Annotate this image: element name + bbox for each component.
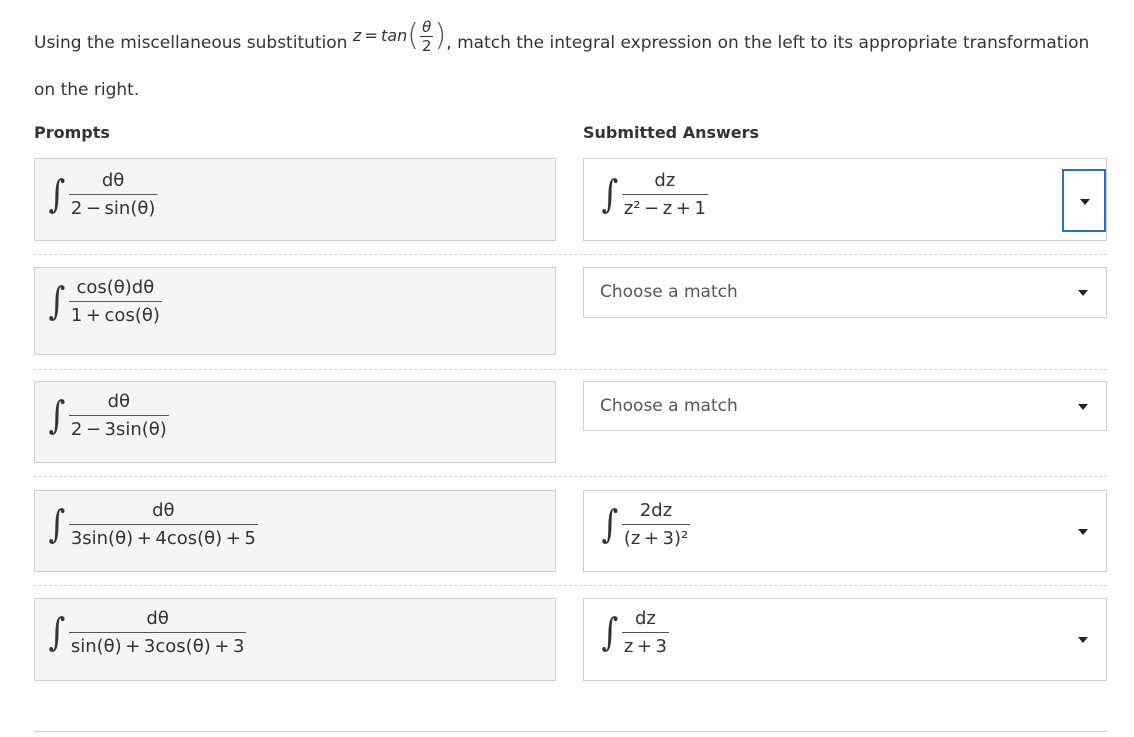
prompt-5-denominator: sin(θ) + 3cos(θ) + 3 bbox=[70, 636, 245, 657]
substitution-denominator: 2 bbox=[422, 37, 432, 55]
answer-1-denominator: z² − z + 1 bbox=[623, 198, 706, 219]
answer-4-denominator: (z + 3)² bbox=[623, 528, 689, 549]
prompt-4-integral: ∫ dθ 3sin(θ) + 4cos(θ) + 5 bbox=[47, 499, 258, 551]
row-divider bbox=[34, 476, 1107, 477]
chevron-down-icon bbox=[1078, 290, 1088, 296]
row-divider bbox=[34, 585, 1107, 586]
chevron-down-icon bbox=[1080, 199, 1090, 205]
integral-sign-icon: ∫ bbox=[601, 610, 619, 654]
answers-header: Submitted Answers bbox=[583, 123, 760, 142]
integral-sign-icon: ∫ bbox=[48, 393, 66, 437]
answer-5-denominator: z + 3 bbox=[623, 636, 667, 657]
answer-4-numerator: 2dz bbox=[621, 499, 691, 525]
prompt-5: ∫ dθ sin(θ) + 3cos(θ) + 3 bbox=[34, 598, 556, 681]
instruction-text: Using the miscellaneous substitution z =… bbox=[34, 17, 1104, 113]
integral-sign-icon: ∫ bbox=[48, 610, 66, 654]
prompt-3-numerator: dθ bbox=[68, 390, 169, 416]
integral-sign-icon: ∫ bbox=[48, 279, 66, 323]
prompt-2-integral: ∫ cos(θ)dθ 1 + cos(θ) bbox=[47, 276, 162, 328]
prompt-3-denominator: 2 − 3sin(θ) bbox=[70, 419, 167, 440]
prompt-2-denominator: 1 + cos(θ) bbox=[70, 305, 160, 326]
prompt-2: ∫ cos(θ)dθ 1 + cos(θ) bbox=[34, 267, 556, 355]
instruction-lead: Using the miscellaneous substitution bbox=[34, 33, 348, 53]
answer-select-3[interactable]: Choose a match bbox=[583, 381, 1107, 431]
prompt-4-numerator: dθ bbox=[68, 499, 258, 525]
substitution-formula: z = tan(θ 2) bbox=[352, 17, 447, 56]
substitution-numerator: θ bbox=[420, 18, 434, 37]
answer-3-placeholder: Choose a match bbox=[600, 396, 738, 416]
row-divider bbox=[34, 369, 1107, 370]
integral-sign-icon: ∫ bbox=[48, 172, 66, 216]
prompt-1-integral: ∫ dθ 2 − sin(θ) bbox=[47, 169, 158, 221]
answer-5-integral: ∫ dz z + 3 bbox=[600, 607, 669, 659]
prompts-header: Prompts bbox=[34, 123, 110, 142]
row-divider bbox=[34, 254, 1107, 255]
prompt-3: ∫ dθ 2 − 3sin(θ) bbox=[34, 381, 556, 463]
answer-5-numerator: dz bbox=[621, 607, 669, 633]
answer-select-2[interactable]: Choose a match bbox=[583, 267, 1107, 318]
integral-sign-icon: ∫ bbox=[48, 502, 66, 546]
chevron-down-icon bbox=[1078, 529, 1088, 535]
prompt-2-numerator: cos(θ)dθ bbox=[68, 276, 162, 302]
answer-4-integral: ∫ 2dz (z + 3)² bbox=[600, 499, 691, 551]
prompt-5-numerator: dθ bbox=[68, 607, 247, 633]
answer-1-numerator: dz bbox=[621, 169, 708, 195]
chevron-down-icon bbox=[1078, 404, 1088, 410]
substitution-lhs: z = tan bbox=[352, 26, 408, 45]
integral-sign-icon: ∫ bbox=[601, 502, 619, 546]
answer-select-1[interactable]: ∫ dz z² − z + 1 bbox=[583, 158, 1107, 241]
answer-2-placeholder: Choose a match bbox=[600, 282, 738, 302]
answer-1-integral: ∫ dz z² − z + 1 bbox=[600, 169, 708, 221]
prompt-1-denominator: 2 − sin(θ) bbox=[70, 198, 156, 219]
chevron-down-icon bbox=[1078, 637, 1088, 643]
prompt-1: ∫ dθ 2 − sin(θ) bbox=[34, 158, 556, 241]
answer-select-5[interactable]: ∫ dz z + 3 bbox=[583, 598, 1107, 681]
answer-select-4[interactable]: ∫ 2dz (z + 3)² bbox=[583, 490, 1107, 572]
prompt-4: ∫ dθ 3sin(θ) + 4cos(θ) + 5 bbox=[34, 490, 556, 572]
bottom-divider bbox=[34, 731, 1107, 732]
prompt-5-integral: ∫ dθ sin(θ) + 3cos(θ) + 3 bbox=[47, 607, 247, 659]
prompt-4-denominator: 3sin(θ) + 4cos(θ) + 5 bbox=[70, 528, 256, 549]
prompt-3-integral: ∫ dθ 2 − 3sin(θ) bbox=[47, 390, 169, 442]
answer-1-dropdown-toggle[interactable] bbox=[1062, 169, 1106, 232]
prompt-1-numerator: dθ bbox=[68, 169, 158, 195]
integral-sign-icon: ∫ bbox=[601, 172, 619, 216]
